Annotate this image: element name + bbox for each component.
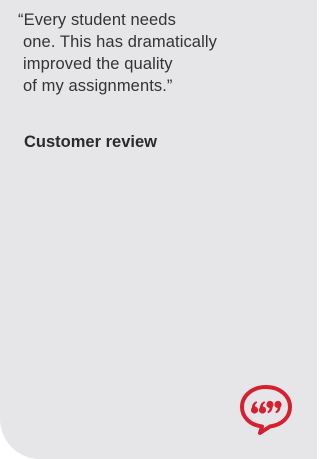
quote-bubble-icon <box>238 383 294 435</box>
review-quote-line: improved the quality <box>23 55 173 73</box>
review-quote-line: one. This has dramatically <box>23 33 217 51</box>
review-quote: “Every student needs one. This has drama… <box>18 9 308 97</box>
review-quote-line: of my assignments.” <box>23 77 173 95</box>
review-source: Customer review <box>24 133 157 151</box>
review-quote-line: “Every student needs <box>18 11 176 29</box>
review-card: “Every student needs one. This has drama… <box>0 0 317 459</box>
